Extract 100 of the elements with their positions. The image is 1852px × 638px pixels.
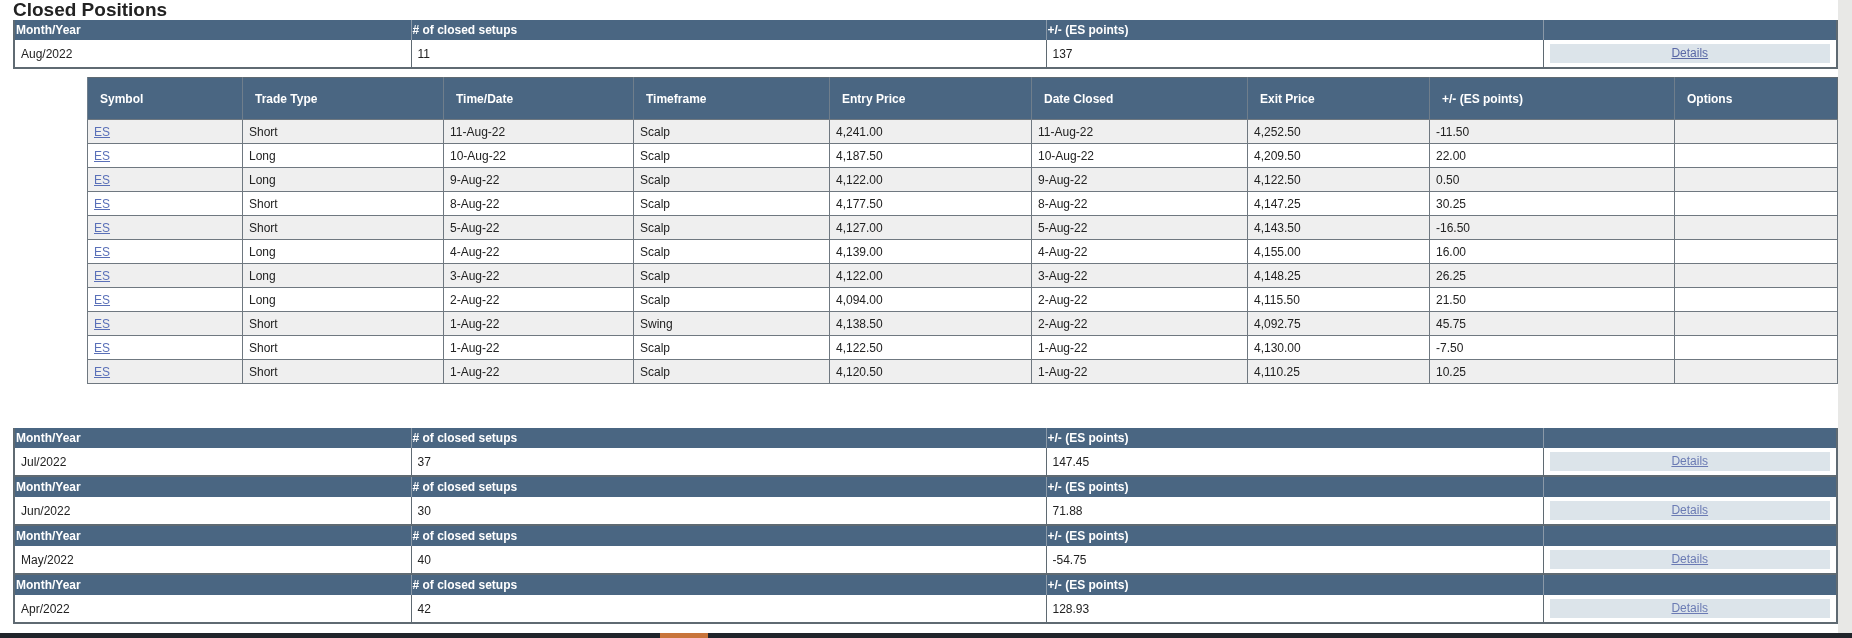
table-cell: Scalp [640, 220, 671, 235]
column-header: Symbol [87, 77, 243, 120]
table-cell: Scalp [640, 124, 671, 139]
table-cell: 10-Aug-22 [450, 148, 507, 163]
table-cell: Scalp [640, 148, 671, 163]
column-header: Entry Price [829, 77, 1032, 120]
column-header: Month/Year [14, 526, 411, 546]
details-button[interactable]: Details [1549, 452, 1830, 471]
table-cell: 3-Aug-22 [450, 268, 500, 283]
table-cell: 11-Aug-22 [1038, 124, 1094, 139]
table-cell: 1-Aug-22 [1038, 364, 1088, 379]
table-cell: Short [249, 220, 278, 235]
table-cell: 4,122.50 [1254, 172, 1301, 187]
table-cell: 10-Aug-22 [1038, 148, 1095, 163]
table-cell: 1-Aug-22 [450, 316, 500, 331]
symbol-link[interactable]: ES [94, 340, 110, 355]
table-cell: May/2022 [14, 546, 411, 574]
table-cell: 11-Aug-22 [450, 124, 506, 139]
table-cell: 4,139.00 [836, 244, 883, 259]
column-header: # of closed setups [411, 575, 1046, 595]
table-cell: Scalp [640, 292, 671, 307]
table-cell: 45.75 [1436, 316, 1467, 331]
symbol-link[interactable]: ES [94, 172, 110, 187]
table-cell: 2-Aug-22 [1038, 292, 1088, 307]
column-header: Month/Year [14, 428, 411, 448]
table-cell: Short [249, 316, 278, 331]
table-cell: Short [249, 364, 278, 379]
table-cell: Short [249, 124, 278, 139]
symbol-link[interactable]: ES [94, 220, 110, 235]
table-cell: 4,138.50 [836, 316, 883, 331]
table-cell: -7.50 [1436, 340, 1464, 355]
details-button[interactable]: Details [1549, 44, 1830, 63]
table-cell: Short [249, 196, 278, 211]
table-cell: 2-Aug-22 [450, 292, 500, 307]
table-cell: 4,092.75 [1254, 316, 1301, 331]
column-header: # of closed setups [411, 526, 1046, 546]
table-cell: 4,155.00 [1254, 244, 1301, 259]
table-cell: Long [249, 172, 276, 187]
details-button[interactable]: Details [1549, 550, 1830, 569]
table-cell: Scalp [640, 196, 671, 211]
table-cell: 16.00 [1436, 244, 1467, 259]
table-cell: 4,110.25 [1254, 364, 1300, 379]
table-cell: Scalp [640, 172, 671, 187]
table-cell: Scalp [640, 268, 671, 283]
column-header: # of closed setups [411, 477, 1046, 497]
symbol-link[interactable]: ES [94, 268, 110, 283]
symbol-link[interactable]: ES [94, 124, 110, 139]
table-cell: -16.50 [1436, 220, 1471, 235]
table-cell: -11.50 [1436, 124, 1470, 139]
details-button[interactable]: Details [1549, 599, 1830, 618]
table-cell: 21.50 [1436, 292, 1467, 307]
table-cell: 4,209.50 [1254, 148, 1301, 163]
table-cell: Long [249, 148, 276, 163]
table-cell: 30.25 [1436, 196, 1467, 211]
column-header: Month/Year [14, 20, 411, 40]
column-header: Time/Date [443, 77, 634, 120]
column-header: Options [1674, 77, 1838, 120]
table-cell: 26.25 [1436, 268, 1467, 283]
table-cell: 4,177.50 [836, 196, 883, 211]
details-button[interactable]: Details [1549, 501, 1830, 520]
table-cell: 4,147.25 [1254, 196, 1301, 211]
table-cell: Scalp [640, 340, 671, 355]
table-cell: 2-Aug-22 [1038, 316, 1088, 331]
column-header: # of closed setups [411, 428, 1046, 448]
table-cell: 137 [1046, 40, 1543, 68]
table-cell: Long [249, 292, 276, 307]
table-cell: 22.00 [1436, 148, 1467, 163]
table-cell: Short [249, 340, 278, 355]
table-cell: Scalp [640, 364, 671, 379]
table-cell: 71.88 [1046, 497, 1543, 525]
table-cell: 128.93 [1046, 595, 1543, 623]
table-cell: Swing [640, 316, 673, 331]
table-cell: 5-Aug-22 [1038, 220, 1088, 235]
symbol-link[interactable]: ES [94, 196, 110, 211]
table-cell: 5-Aug-22 [450, 220, 500, 235]
table-cell: 4-Aug-22 [450, 244, 500, 259]
table-cell: Long [249, 268, 276, 283]
table-cell: Jun/2022 [14, 497, 411, 525]
symbol-link[interactable]: ES [94, 316, 110, 331]
table-cell: 4,094.00 [836, 292, 883, 307]
symbol-link[interactable]: ES [94, 148, 110, 163]
scrollbar[interactable] [1838, 0, 1852, 633]
table-cell: 4,122.00 [836, 268, 883, 283]
column-header: Trade Type [242, 77, 444, 120]
symbol-link[interactable]: ES [94, 364, 110, 379]
section-heading: Closed Positions [13, 0, 169, 20]
table-cell: 4-Aug-22 [1038, 244, 1088, 259]
table-cell: 1-Aug-22 [450, 340, 500, 355]
table-cell: Scalp [640, 244, 671, 259]
column-header: Exit Price [1247, 77, 1430, 120]
column-header: +/- (ES points) [1429, 77, 1675, 120]
symbol-link[interactable]: ES [94, 244, 110, 259]
table-cell: 0.50 [1436, 172, 1460, 187]
table-cell: 4,122.00 [836, 172, 883, 187]
column-header: +/- (ES points) [1046, 477, 1543, 497]
table-cell: 4,127.00 [836, 220, 883, 235]
table-cell: 9-Aug-22 [450, 172, 500, 187]
column-header: +/- (ES points) [1046, 575, 1543, 595]
symbol-link[interactable]: ES [94, 292, 110, 307]
column-header: +/- (ES points) [1046, 428, 1543, 448]
